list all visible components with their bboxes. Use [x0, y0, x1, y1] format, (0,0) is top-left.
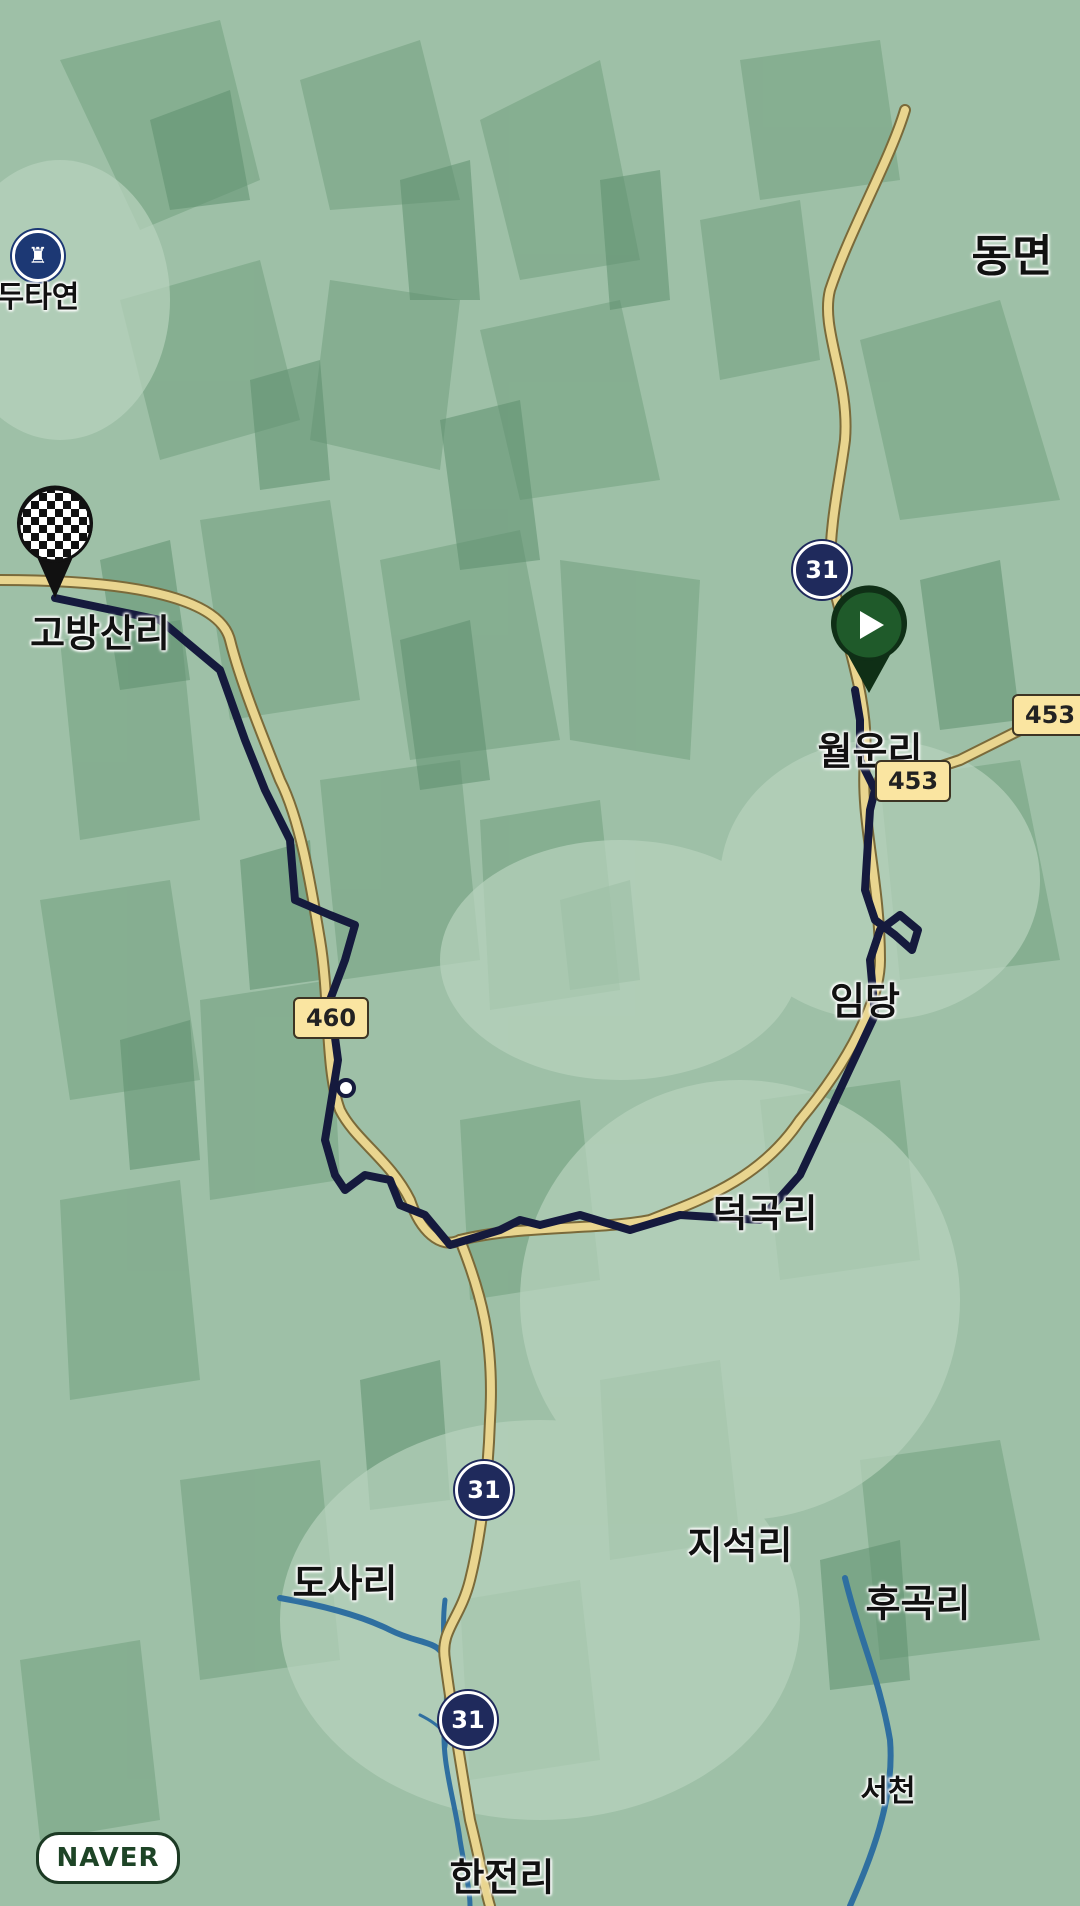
place-label-dosari: 도사리	[292, 1561, 398, 1606]
place-label-jiseokri: 지석리	[687, 1523, 793, 1568]
map-view[interactable]: ♜ 동면 두타연 고방산리 월운리 임당 덕곡리 지석리 도사리 후곡리 서천 …	[0, 0, 1080, 1906]
route-shield-31: 31	[439, 1691, 497, 1749]
route-shield-460: 460	[293, 997, 369, 1039]
place-label-imdang: 임당	[830, 979, 900, 1024]
route-shield-453: 453	[1012, 694, 1080, 736]
route-shield-31: 31	[793, 541, 851, 599]
place-label-gobangsanri: 고방산리	[30, 611, 170, 656]
place-label-seocheon: 서천	[860, 1774, 916, 1809]
route-shield-453: 453	[875, 760, 951, 802]
place-label-dongmyeon: 동면	[971, 231, 1053, 282]
place-label-hanjeonri: 한전리	[449, 1855, 555, 1900]
naver-logo: NAVER	[36, 1832, 180, 1884]
place-label-hugokri: 후곡리	[865, 1581, 971, 1626]
place-label-deokgokri: 덕곡리	[712, 1191, 818, 1236]
place-label-dutayeon: 두타연	[0, 280, 80, 315]
play-icon[interactable]	[828, 585, 910, 695]
route-shield-31: 31	[455, 1461, 513, 1519]
checkered-flag-icon[interactable]	[15, 485, 95, 600]
